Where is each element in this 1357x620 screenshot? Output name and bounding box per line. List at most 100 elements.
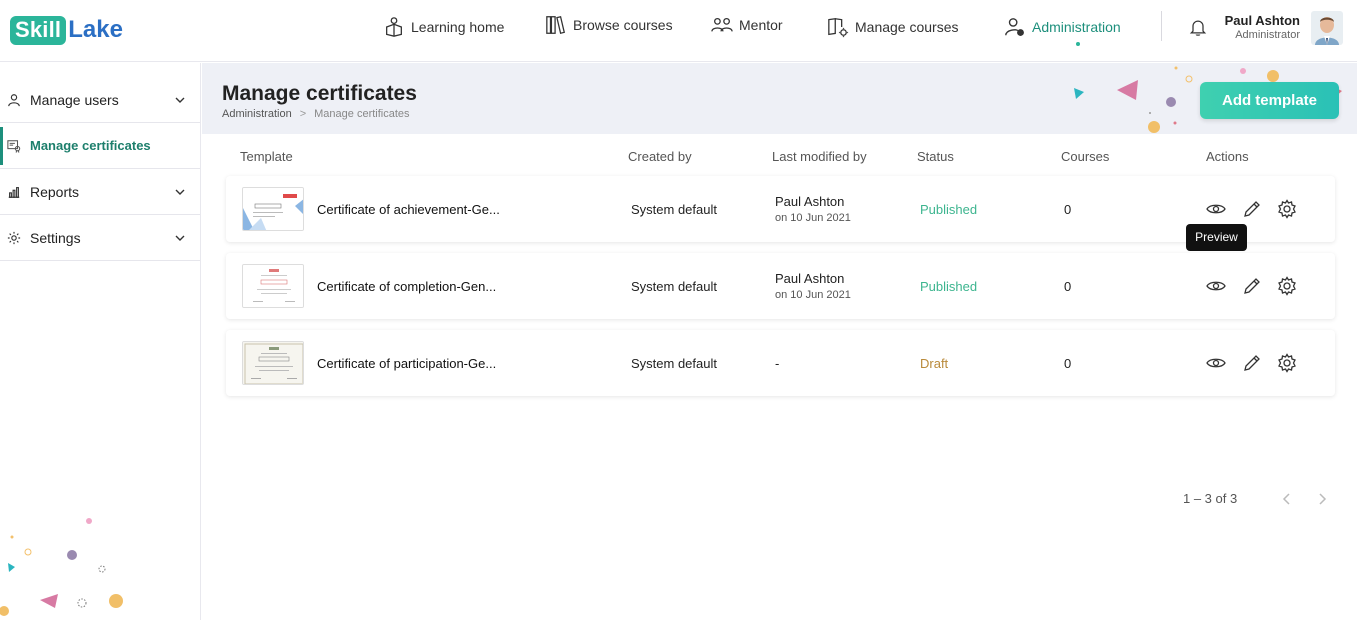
template-name[interactable]: Certificate of achievement-Ge... — [317, 202, 527, 217]
gear-icon — [1278, 276, 1296, 296]
mentor-icon — [711, 17, 733, 32]
breadcrumb-administration[interactable]: Administration — [222, 108, 292, 120]
sidebar-item-label: Settings — [30, 229, 81, 246]
manage-courses-icon — [828, 18, 849, 38]
created-by: System default — [631, 356, 717, 371]
certificate-thumbnail[interactable] — [242, 264, 304, 308]
nav-manage-courses-label: Manage courses — [855, 19, 959, 35]
pencil-icon — [1244, 201, 1260, 217]
pagination-range: 1 – 3 of 3 — [1183, 491, 1238, 506]
eye-icon — [1206, 281, 1226, 291]
sidebar-item-reports[interactable]: Reports — [0, 169, 200, 215]
gear-icon — [1278, 353, 1296, 373]
certificate-icon — [7, 139, 21, 153]
nav-mentor[interactable]: Mentor — [711, 12, 783, 38]
edit-button[interactable] — [1242, 353, 1262, 373]
learning-home-icon — [386, 17, 402, 37]
edit-button[interactable] — [1242, 276, 1262, 296]
column-header-created-by: Created by — [628, 149, 692, 164]
created-by: System default — [631, 202, 717, 217]
nav-learning-home[interactable]: Learning home — [383, 14, 504, 40]
eye-icon — [1206, 358, 1226, 368]
column-header-courses: Courses — [1061, 149, 1110, 164]
top-navigation-bar: Skill Lake Learning home Browse courses … — [0, 0, 1357, 62]
modified-by-name: - — [775, 356, 780, 371]
courses-count: 0 — [1064, 279, 1072, 294]
modified-by-name: Paul Ashton — [775, 194, 845, 209]
settings-button[interactable] — [1277, 199, 1297, 219]
preview-tooltip: Preview — [1186, 224, 1247, 251]
nav-mentor-label: Mentor — [739, 17, 783, 33]
admin-user-icon — [1005, 18, 1024, 36]
skilllake-logo[interactable]: Skill Lake — [10, 14, 123, 46]
created-by: System default — [631, 279, 717, 294]
header-divider — [1161, 11, 1162, 41]
pencil-icon — [1244, 355, 1260, 371]
certificate-preview-image — [243, 342, 303, 384]
eye-icon — [1206, 204, 1226, 214]
previous-page-icon[interactable] — [1280, 491, 1294, 507]
nav-manage-courses[interactable]: Manage courses — [827, 14, 959, 40]
sidebar-item-label: Manage certificates — [30, 138, 151, 153]
breadcrumb: Administration > Manage certificates — [222, 108, 410, 120]
edit-button[interactable] — [1242, 199, 1262, 219]
page-title: Manage certificates — [222, 82, 417, 105]
template-name[interactable]: Certificate of participation-Ge... — [317, 356, 527, 371]
table-row: Certificate of participation-Ge... Syste… — [226, 330, 1335, 396]
breadcrumb-current: Manage certificates — [314, 108, 410, 120]
column-header-template: Template — [240, 149, 293, 164]
nav-administration[interactable]: Administration — [1004, 14, 1121, 40]
column-header-actions: Actions — [1206, 149, 1249, 164]
user-name: Paul Ashton — [1224, 13, 1300, 28]
preview-button[interactable] — [1206, 276, 1226, 296]
nav-browse-courses-label: Browse courses — [573, 17, 673, 33]
status-badge: Published — [920, 202, 978, 217]
user-info[interactable]: Paul Ashton Administrator — [1200, 13, 1300, 41]
decorative-confetti — [0, 518, 123, 616]
breadcrumb-separator: > — [299, 108, 307, 120]
certificate-preview-image — [243, 188, 303, 230]
column-header-last-modified-by: Last modified by — [772, 149, 867, 164]
sidebar-item-settings[interactable]: Settings — [0, 215, 200, 261]
logo-part-lake: Lake — [68, 16, 123, 43]
column-header-status: Status — [917, 149, 954, 164]
table-row: Certificate of completion-Gen... System … — [226, 253, 1335, 319]
sidebar-item-manage-users[interactable]: Manage users — [0, 77, 200, 123]
preview-button[interactable] — [1206, 199, 1226, 219]
settings-button[interactable] — [1277, 276, 1297, 296]
chevron-down-icon[interactable] — [174, 186, 186, 198]
modified-date: on 10 Jun 2021 — [775, 289, 851, 301]
modified-date: on 10 Jun 2021 — [775, 212, 851, 224]
certificate-thumbnail[interactable] — [242, 187, 304, 231]
nav-administration-label: Administration — [1032, 19, 1121, 35]
status-badge: Draft — [920, 356, 949, 371]
settings-icon — [7, 231, 21, 244]
certificate-thumbnail[interactable] — [242, 341, 304, 385]
settings-button[interactable] — [1277, 353, 1297, 373]
avatar[interactable] — [1311, 11, 1343, 45]
nav-browse-courses[interactable]: Browse courses — [545, 12, 673, 38]
logo-part-skill: Skill — [10, 15, 67, 45]
books-icon — [546, 15, 566, 35]
reports-icon — [8, 186, 20, 198]
table-row: Certificate of achievement-Ge... System … — [226, 176, 1335, 242]
sidebar-item-manage-certificates[interactable]: Manage certificates — [0, 123, 200, 169]
certificate-preview-image — [243, 265, 303, 307]
chevron-down-icon[interactable] — [174, 94, 186, 106]
sidebar-item-label: Manage users — [30, 91, 119, 108]
add-template-button[interactable]: Add template — [1200, 82, 1339, 119]
template-name[interactable]: Certificate of completion-Gen... — [317, 279, 527, 294]
modified-by-name: Paul Ashton — [775, 271, 845, 286]
sidebar-item-label: Reports — [30, 183, 80, 200]
sidebar: Manage users Manage certificates Reports… — [0, 63, 201, 620]
nav-learning-home-label: Learning home — [411, 19, 505, 35]
pencil-icon — [1244, 278, 1260, 294]
next-page-icon[interactable] — [1315, 491, 1329, 507]
user-role: Administrator — [1235, 29, 1300, 41]
chevron-down-icon[interactable] — [174, 232, 186, 244]
status-badge: Published — [920, 279, 978, 294]
courses-count: 0 — [1064, 356, 1072, 371]
gear-icon — [1278, 199, 1296, 219]
preview-button[interactable] — [1206, 353, 1226, 373]
courses-count: 0 — [1064, 202, 1072, 217]
